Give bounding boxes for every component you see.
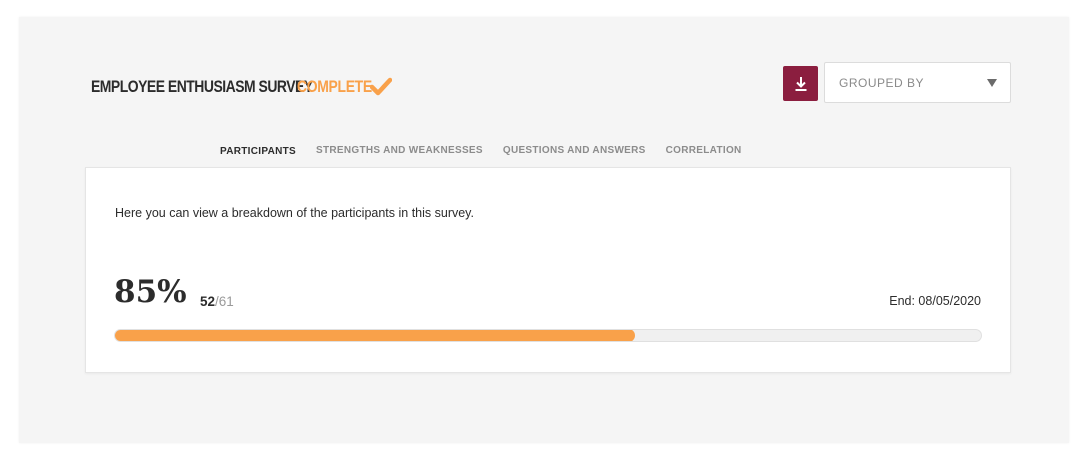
end-date: End: 08/05/2020 bbox=[889, 294, 981, 308]
tab-label: STRENGTHS AND WEAKNESSES bbox=[316, 145, 483, 156]
survey-panel: Employee Enthusiasm Survey Complete GROU… bbox=[19, 17, 1069, 443]
chevron-down-icon bbox=[987, 79, 997, 87]
tab-correlation[interactable]: CORRELATION bbox=[666, 145, 742, 169]
participation-percent: 85% bbox=[114, 274, 187, 310]
tab-label: CORRELATION bbox=[665, 145, 742, 156]
completed-count: 52 bbox=[200, 294, 216, 309]
participants-card: Here you can view a breakdown of the par… bbox=[85, 167, 1011, 373]
tab-label: PARTICIPANTS bbox=[220, 146, 297, 157]
participation-progress-bar bbox=[114, 329, 982, 342]
status-label: Complete bbox=[297, 77, 372, 96]
grouped-by-select[interactable]: GROUPED BY bbox=[824, 62, 1011, 103]
tab-label: QUESTIONS AND ANSWERS bbox=[502, 145, 646, 156]
download-icon bbox=[795, 76, 806, 91]
tab-bar: PARTICIPANTS STRENGTHS AND WEAKNESSES QU… bbox=[220, 145, 762, 177]
participant-count: 52/61 bbox=[200, 294, 234, 309]
grouped-by-label: GROUPED BY bbox=[839, 76, 925, 90]
participation-progress-fill bbox=[115, 330, 635, 341]
check-icon bbox=[370, 77, 392, 96]
tab-questions-and-answers[interactable]: QUESTIONS AND ANSWERS bbox=[503, 145, 646, 169]
tab-strengths-and-weaknesses[interactable]: STRENGTHS AND WEAKNESSES bbox=[316, 145, 483, 169]
survey-title: Employee Enthusiasm Survey bbox=[91, 77, 313, 96]
total-count: /61 bbox=[215, 294, 234, 309]
download-button[interactable] bbox=[783, 66, 818, 101]
survey-status: Complete bbox=[297, 75, 392, 99]
participants-description: Here you can view a breakdown of the par… bbox=[115, 206, 474, 220]
